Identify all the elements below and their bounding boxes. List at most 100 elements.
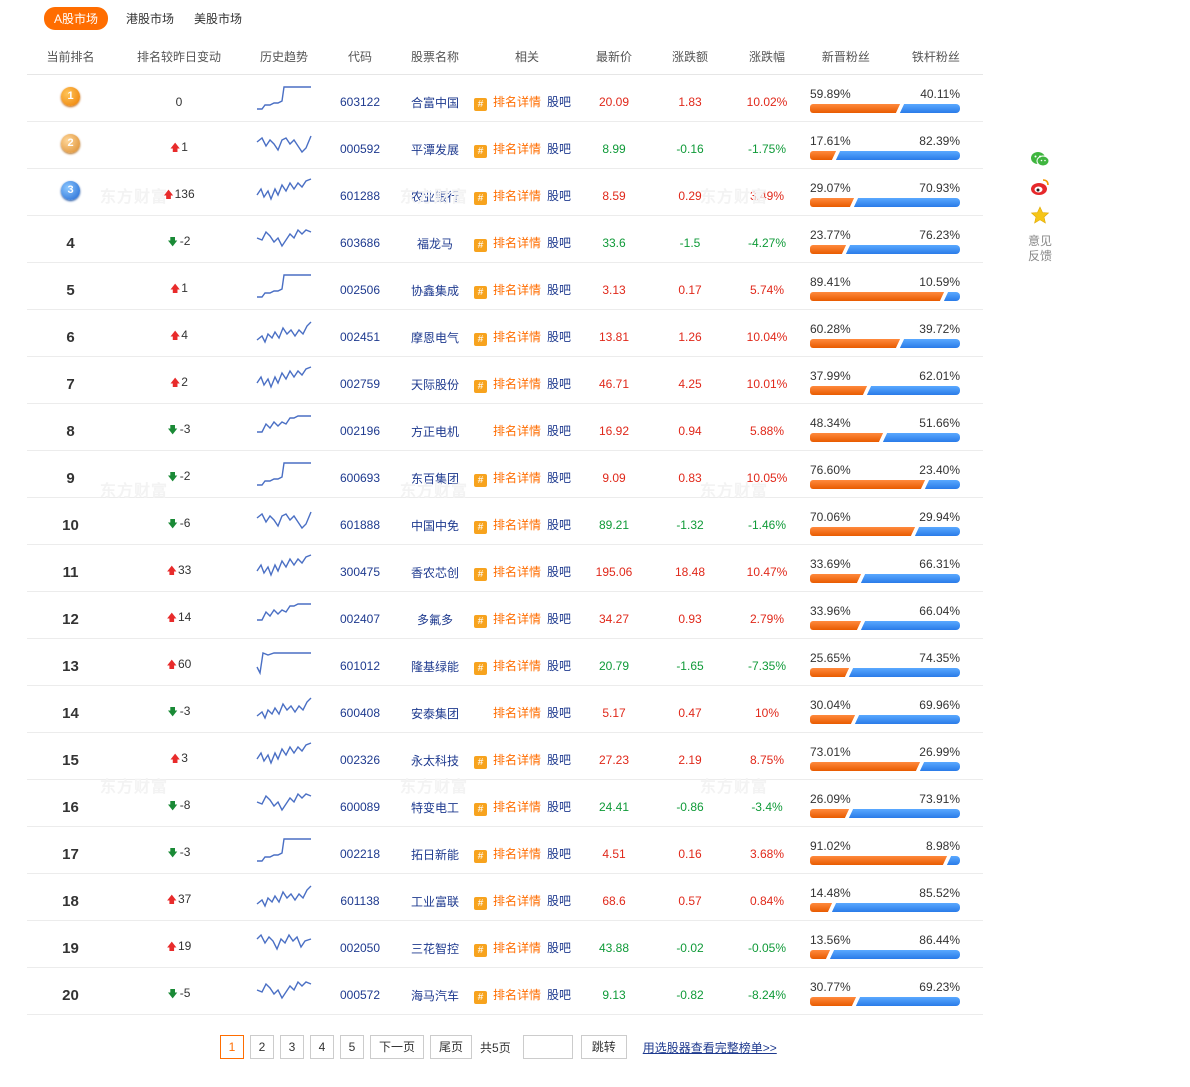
rank-detail-link[interactable]: 排名详情 [493, 424, 541, 438]
topic-hash-icon[interactable]: # [474, 474, 487, 487]
stock-name[interactable]: 永太科技 [396, 744, 474, 769]
stock-code[interactable]: 600089 [324, 792, 396, 814]
stock-code[interactable]: 002506 [324, 275, 396, 297]
guba-link[interactable]: 股吧 [547, 988, 571, 1002]
topic-hash-icon[interactable]: # [474, 286, 487, 299]
stock-code[interactable]: 600693 [324, 463, 396, 485]
stock-name[interactable]: 方正电机 [396, 415, 474, 440]
stock-code[interactable]: 002759 [324, 369, 396, 391]
rank-detail-link[interactable]: 排名详情 [493, 659, 541, 673]
guba-link[interactable]: 股吧 [547, 471, 571, 485]
stock-name[interactable]: 福龙马 [396, 227, 474, 252]
page-1-button[interactable]: 1 [220, 1035, 244, 1059]
guba-link[interactable]: 股吧 [547, 236, 571, 250]
rank-detail-link[interactable]: 排名详情 [493, 988, 541, 1002]
topic-hash-icon[interactable]: # [474, 615, 487, 628]
guba-link[interactable]: 股吧 [547, 283, 571, 297]
guba-link[interactable]: 股吧 [547, 800, 571, 814]
stock-code[interactable]: 300475 [324, 557, 396, 579]
topic-hash-icon[interactable]: # [474, 380, 487, 393]
rank-detail-link[interactable]: 排名详情 [493, 142, 541, 156]
rank-detail-link[interactable]: 排名详情 [493, 941, 541, 955]
guba-link[interactable]: 股吧 [547, 330, 571, 344]
guba-link[interactable]: 股吧 [547, 659, 571, 673]
guba-link[interactable]: 股吧 [547, 518, 571, 532]
stock-code[interactable]: 002407 [324, 604, 396, 626]
stock-code[interactable]: 000572 [324, 980, 396, 1002]
tab-us-share[interactable]: 美股市场 [194, 10, 242, 27]
stock-name[interactable]: 平潭发展 [396, 133, 474, 158]
jump-button[interactable]: 跳转 [580, 1035, 627, 1059]
feedback-link[interactable]: 意见反馈 [1025, 234, 1055, 264]
wechat-icon[interactable] [1030, 150, 1050, 168]
topic-hash-icon[interactable]: # [474, 803, 487, 816]
guba-link[interactable]: 股吧 [547, 189, 571, 203]
stock-name[interactable]: 多氟多 [396, 603, 474, 628]
rank-detail-link[interactable]: 排名详情 [493, 894, 541, 908]
stock-name[interactable]: 东百集团 [396, 462, 474, 487]
stock-name[interactable]: 三花智控 [396, 932, 474, 957]
page-5-button[interactable]: 5 [340, 1035, 364, 1059]
next-page-button[interactable]: 下一页 [370, 1035, 425, 1059]
weibo-icon[interactable] [1030, 178, 1050, 196]
stock-name[interactable]: 农业银行 [396, 180, 474, 205]
topic-hash-icon[interactable]: # [474, 145, 487, 158]
stock-code[interactable]: 002326 [324, 745, 396, 767]
topic-hash-icon[interactable]: # [474, 239, 487, 252]
topic-hash-icon[interactable]: # [474, 756, 487, 769]
stock-code[interactable]: 603122 [324, 87, 396, 109]
last-page-button[interactable]: 尾页 [430, 1035, 473, 1059]
stock-code[interactable]: 601012 [324, 651, 396, 673]
page-3-button[interactable]: 3 [280, 1035, 304, 1059]
guba-link[interactable]: 股吧 [547, 565, 571, 579]
rank-detail-link[interactable]: 排名详情 [493, 706, 541, 720]
tab-hk-share[interactable]: 港股市场 [126, 10, 174, 27]
rank-detail-link[interactable]: 排名详情 [493, 95, 541, 109]
stock-code[interactable]: 002196 [324, 416, 396, 438]
stock-name[interactable]: 合富中国 [396, 86, 474, 111]
rank-detail-link[interactable]: 排名详情 [493, 283, 541, 297]
guba-link[interactable]: 股吧 [547, 142, 571, 156]
rank-detail-link[interactable]: 排名详情 [493, 330, 541, 344]
topic-hash-icon[interactable]: # [474, 897, 487, 910]
topic-hash-icon[interactable]: # [474, 333, 487, 346]
stock-code[interactable]: 600408 [324, 698, 396, 720]
page-2-button[interactable]: 2 [250, 1035, 274, 1059]
stock-name[interactable]: 拓日新能 [396, 838, 474, 863]
stock-name[interactable]: 协鑫集成 [396, 274, 474, 299]
topic-hash-icon[interactable]: # [474, 662, 487, 675]
topic-hash-icon[interactable]: # [474, 568, 487, 581]
rank-detail-link[interactable]: 排名详情 [493, 377, 541, 391]
topic-hash-icon[interactable]: # [474, 850, 487, 863]
topic-hash-icon[interactable]: # [474, 991, 487, 1004]
favorite-star-icon[interactable] [1030, 206, 1050, 224]
stock-code[interactable]: 601288 [324, 181, 396, 203]
guba-link[interactable]: 股吧 [547, 753, 571, 767]
guba-link[interactable]: 股吧 [547, 95, 571, 109]
stock-name[interactable]: 特变电工 [396, 791, 474, 816]
guba-link[interactable]: 股吧 [547, 941, 571, 955]
stock-code[interactable]: 002050 [324, 933, 396, 955]
rank-detail-link[interactable]: 排名详情 [493, 565, 541, 579]
stock-code[interactable]: 000592 [324, 134, 396, 156]
rank-detail-link[interactable]: 排名详情 [493, 518, 541, 532]
topic-hash-icon[interactable]: # [474, 192, 487, 205]
topic-hash-icon[interactable]: # [474, 521, 487, 534]
rank-detail-link[interactable]: 排名详情 [493, 847, 541, 861]
rank-detail-link[interactable]: 排名详情 [493, 800, 541, 814]
guba-link[interactable]: 股吧 [547, 377, 571, 391]
page-jump-input[interactable] [522, 1035, 573, 1059]
stock-name[interactable]: 香农芯创 [396, 556, 474, 581]
guba-link[interactable]: 股吧 [547, 894, 571, 908]
guba-link[interactable]: 股吧 [547, 424, 571, 438]
stock-name[interactable]: 天际股份 [396, 368, 474, 393]
guba-link[interactable]: 股吧 [547, 612, 571, 626]
guba-link[interactable]: 股吧 [547, 847, 571, 861]
stock-name[interactable]: 工业富联 [396, 885, 474, 910]
topic-hash-icon[interactable]: # [474, 98, 487, 111]
full-list-link[interactable]: 用选股器查看完整榜单>> [643, 1039, 777, 1056]
stock-name[interactable]: 隆基绿能 [396, 650, 474, 675]
rank-detail-link[interactable]: 排名详情 [493, 753, 541, 767]
rank-detail-link[interactable]: 排名详情 [493, 189, 541, 203]
rank-detail-link[interactable]: 排名详情 [493, 471, 541, 485]
